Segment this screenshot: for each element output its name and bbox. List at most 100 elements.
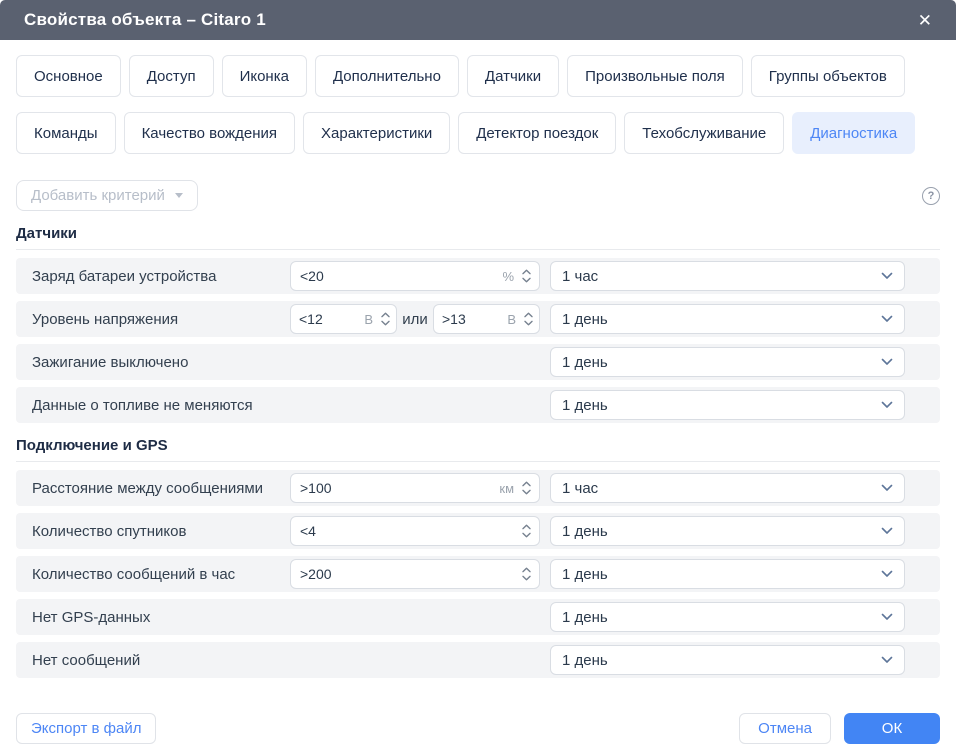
criterion-label: Уровень напряжения: [32, 311, 290, 328]
value-input[interactable]: <12 В: [290, 304, 397, 334]
criterion-label: Зажигание выключено: [32, 354, 290, 371]
period-select[interactable]: 1 день: [550, 516, 905, 546]
tab-1-3[interactable]: Детектор поездок: [458, 112, 616, 154]
input-value: >13: [442, 311, 466, 327]
stepper-down-button[interactable]: [524, 320, 533, 326]
stepper: [522, 567, 531, 581]
period-select[interactable]: 1 день: [550, 347, 905, 377]
chevron-down-icon: [881, 315, 893, 323]
or-label: или: [397, 311, 433, 328]
input-value: <20: [300, 268, 324, 284]
criteria-list: ДатчикиЗаряд батареи устройства<20%1 час…: [0, 211, 956, 685]
value-input[interactable]: >200: [290, 559, 540, 589]
criterion-row: Заряд батареи устройства<20%1 час: [16, 258, 940, 294]
criterion-row: Количество спутников <4 1 день: [16, 513, 940, 549]
tab-0-5[interactable]: Произвольные поля: [567, 55, 743, 97]
chevron-down-icon: [881, 570, 893, 578]
tab-0-6[interactable]: Группы объектов: [751, 55, 905, 97]
tab-0-2[interactable]: Иконка: [222, 55, 307, 97]
criterion-inputs: >100км: [290, 473, 540, 503]
stepper: [522, 524, 531, 538]
close-icon: ✕: [918, 11, 932, 30]
stepper-down-button[interactable]: [522, 532, 531, 538]
input-unit: В: [364, 312, 373, 327]
criterion-row: Нет сообщений1 день: [16, 642, 940, 678]
dialog-title: Свойства объекта – Citaro 1: [24, 10, 266, 30]
stepper-up-button[interactable]: [381, 312, 390, 318]
stepper-up-button[interactable]: [522, 524, 531, 530]
period-select-value: 1 день: [562, 652, 608, 669]
period-select-value: 1 час: [562, 480, 598, 497]
input-unit: В: [507, 312, 516, 327]
chevron-down-icon: [881, 527, 893, 535]
stepper-up-button[interactable]: [522, 269, 531, 275]
tab-0-0[interactable]: Основное: [16, 55, 121, 97]
input-value: <12: [299, 311, 323, 327]
tab-0-4[interactable]: Датчики: [467, 55, 559, 97]
period-select-value: 1 день: [562, 523, 608, 540]
criterion-label: Количество спутников: [32, 523, 290, 540]
criterion-row: Нет GPS-данных 1 день: [16, 599, 940, 635]
stepper-up-button[interactable]: [522, 567, 531, 573]
criterion-label: Нет GPS-данных: [32, 609, 290, 626]
input-unit: %: [502, 269, 514, 284]
period-select[interactable]: 1 день: [550, 390, 905, 420]
tab-0-3[interactable]: Дополнительно: [315, 55, 459, 97]
period-select[interactable]: 1 час: [550, 473, 905, 503]
chevron-down-icon: [881, 613, 893, 621]
criterion-inputs: <12 Вили >13 В: [290, 304, 540, 334]
stepper: [524, 312, 533, 326]
stepper-down-button[interactable]: [522, 575, 531, 581]
stepper-up-button[interactable]: [522, 481, 531, 487]
close-button[interactable]: ✕: [912, 8, 938, 33]
tab-1-1[interactable]: Качество вождения: [124, 112, 295, 154]
criterion-inputs: <20%: [290, 261, 540, 291]
add-criterion-button[interactable]: Добавить критерий: [16, 180, 198, 211]
chevron-down-icon: [881, 358, 893, 366]
stepper-down-button[interactable]: [381, 320, 390, 326]
input-value: >100: [300, 480, 332, 496]
criterion-inputs: >200: [290, 559, 540, 589]
section-title: Датчики: [16, 225, 940, 242]
period-select[interactable]: 1 час: [550, 261, 905, 291]
section-divider: [16, 461, 940, 462]
stepper: [381, 312, 390, 326]
section-title: Подключение и GPS: [16, 437, 940, 454]
input-value: >200: [300, 566, 332, 582]
stepper: [522, 269, 531, 283]
criterion-row: Расстояние между сообщениями>100км 1 час: [16, 470, 940, 506]
criterion-label: Расстояние между сообщениями: [32, 480, 290, 497]
dropdown-caret-icon: [175, 193, 183, 198]
section-divider: [16, 249, 940, 250]
value-input[interactable]: >13 В: [433, 304, 540, 334]
period-select-value: 1 день: [562, 566, 608, 583]
criterion-label: Данные о топливе не меняются: [32, 397, 290, 414]
value-input[interactable]: <20%: [290, 261, 540, 291]
stepper-down-button[interactable]: [522, 489, 531, 495]
period-select[interactable]: 1 день: [550, 602, 905, 632]
toolbar: Добавить критерий ?: [16, 180, 940, 211]
period-select[interactable]: 1 день: [550, 645, 905, 675]
period-select[interactable]: 1 день: [550, 559, 905, 589]
tab-1-0[interactable]: Команды: [16, 112, 116, 154]
tab-1-4[interactable]: Техобслуживание: [624, 112, 784, 154]
help-icon: ?: [928, 190, 935, 202]
period-select-value: 1 день: [562, 397, 608, 414]
tab-0-1[interactable]: Доступ: [129, 55, 214, 97]
period-select[interactable]: 1 день: [550, 304, 905, 334]
chevron-down-icon: [881, 401, 893, 409]
stepper-up-button[interactable]: [524, 312, 533, 318]
tab-1-2[interactable]: Характеристики: [303, 112, 450, 154]
help-button[interactable]: ?: [922, 187, 940, 205]
stepper-down-button[interactable]: [522, 277, 531, 283]
period-select-value: 1 день: [562, 609, 608, 626]
value-input[interactable]: >100км: [290, 473, 540, 503]
criterion-row: Уровень напряжения <12 Вили >13 В 1 день: [16, 301, 940, 337]
add-criterion-label: Добавить критерий: [31, 187, 165, 204]
input-value: <4: [300, 523, 316, 539]
value-input[interactable]: <4: [290, 516, 540, 546]
tab-1-5[interactable]: Диагностика: [792, 112, 915, 154]
tab-bar-row1: ОсновноеДоступИконкаДополнительноДатчики…: [16, 55, 940, 97]
period-select-value: 1 день: [562, 311, 608, 328]
chevron-down-icon: [881, 272, 893, 280]
